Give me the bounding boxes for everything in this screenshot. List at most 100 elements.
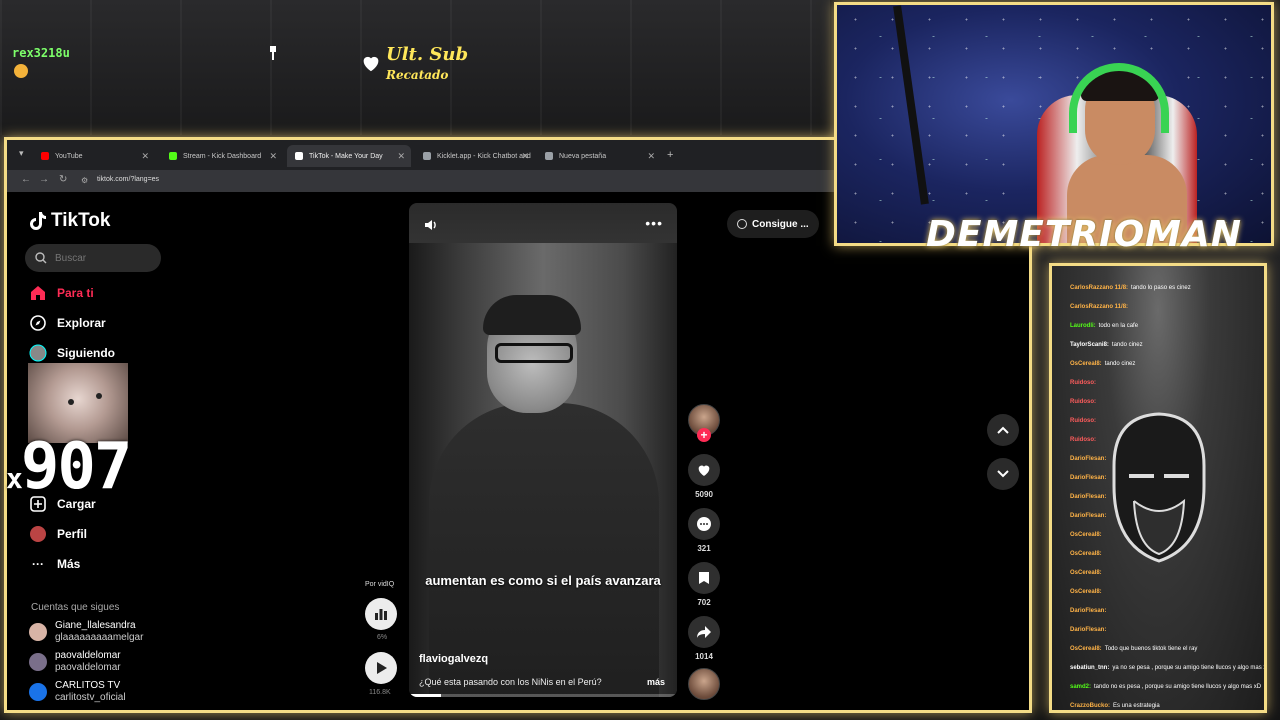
chat-message: Ruidoso: [1070,398,1099,406]
account-item[interactable]: paovaldelomar paovaldelomar [29,650,121,674]
search-icon [35,252,47,264]
close-icon[interactable]: ✕ [269,151,277,162]
chat-username[interactable]: OsCereal8: [1070,532,1102,538]
chat-username[interactable]: OsCereal8: [1070,589,1102,595]
globe-icon [545,152,553,160]
save-button[interactable]: 702 [687,562,721,607]
webcam-frame [834,2,1274,246]
chat-message: DarioFlesan: [1070,493,1109,501]
search-input[interactable] [55,252,155,264]
site-info-icon[interactable]: ⚙ [81,176,88,185]
vidiq-stats-button[interactable] [365,598,397,630]
chat-username[interactable]: OsCereal8: [1070,551,1102,557]
following-accounts-heading: Cuentas que sigues [31,602,120,613]
chat-text: tando cinez [1104,361,1136,367]
chat-username[interactable]: CarlosRazzano 11/8: [1070,285,1128,291]
nav-label: Siguiendo [57,346,115,360]
chat-username[interactable]: TaylorScani8: [1070,342,1109,348]
like-button[interactable]: 5090 [687,454,721,499]
account-item[interactable]: CARLITOS TV carlitostv_oficial [29,680,126,704]
creator-profile-button[interactable]: + [687,404,721,442]
volume-icon[interactable] [423,217,439,233]
description-more-link[interactable]: más [647,677,665,687]
beard-avatar-logo [1112,412,1206,563]
chat-message: sebatiun_tnn: ya no se pesa , porque su a… [1070,664,1267,672]
chat-username[interactable]: CarlosRazzano 11/8: [1070,304,1128,310]
pet-eye [68,399,74,405]
streamer-name: DEMETRIOMAN [926,214,1242,255]
chat-username[interactable]: DarioFlesan: [1070,608,1106,614]
chat-message: DarioFlesan: [1070,455,1109,463]
comment-icon [688,508,720,540]
close-icon[interactable]: ✕ [397,151,405,162]
chat-message: CrazzoBucko: Es una estrategia [1070,702,1160,710]
tab-search-icon[interactable]: ▾ [19,148,24,159]
next-video-button[interactable] [987,458,1019,490]
previous-video-button[interactable] [987,414,1019,446]
chat-username[interactable]: OsCereal8: [1070,361,1102,367]
follow-plus-icon[interactable]: + [697,428,711,442]
vidiq-views: 116.8K [369,689,391,696]
close-icon[interactable]: ✕ [141,151,149,162]
chat-username[interactable]: Laurodli: [1070,323,1096,329]
tab-label: Stream - Kick Dashboard [183,152,262,160]
forward-icon[interactable]: → [39,174,49,185]
stream-overlay: rex3218u Ult. Sub Recatado ▾ YouTube ✕ S… [0,0,1280,720]
chat-username[interactable]: OsCereal8: [1070,570,1102,576]
tiktok-page: TikTok Para ti Explorar Siguiendo Cargar [7,192,1029,710]
sound-disc-button[interactable] [687,668,721,700]
nav-profile[interactable]: Perfil [29,525,87,543]
vidiq-play-button[interactable] [365,652,397,684]
account-item[interactable]: Giane_llalesandra glaaaaaaaaamelgar [29,620,143,644]
chat-username[interactable]: Ruidoso: [1070,418,1096,424]
kick-icon [169,152,177,160]
nav-more[interactable]: ··· Más [29,555,80,573]
tiktok-icon [295,152,303,160]
nav-for-you[interactable]: Para ti [29,284,94,302]
video-author[interactable]: flaviogalvezq [419,653,488,665]
comment-button[interactable]: 321 [687,508,721,553]
tiktok-logo[interactable]: TikTok [29,210,110,232]
following-avatar-icon [29,344,47,362]
share-button[interactable]: 1014 [687,616,721,661]
tab-tiktok[interactable]: TikTok - Make Your Day ✕ [287,145,411,167]
new-tab-button[interactable]: + [667,149,673,161]
chat-text: ya no se pesa , porque su amigo tiene ll… [1112,665,1267,671]
youtube-icon [41,152,49,160]
tab-new-tab[interactable]: Nueva pestaña ✕ [537,145,661,167]
chat-text: Todo que buenos tiktok tiene el ray [1104,646,1198,652]
chat-panel: CarlosRazzano 11/8: tando lo paso es cine… [1049,263,1267,713]
chat-username[interactable]: sebatiun_tnn: [1070,665,1109,671]
search-box[interactable] [25,244,161,272]
chat-username[interactable]: Ruidoso: [1070,380,1096,386]
pet-eye [96,393,102,399]
tab-label: TikTok - Make Your Day [309,152,383,160]
chat-username[interactable]: DarioFlesan: [1070,513,1106,519]
nav-following[interactable]: Siguiendo [29,344,115,362]
chat-username[interactable]: Ruidoso: [1070,399,1096,405]
close-icon[interactable]: ✕ [521,151,529,162]
chat-message: samd2: tando no es pesa , porque su amigo… [1070,683,1261,691]
chat-username[interactable]: OsCereal8: [1070,646,1102,652]
account-username: carlitostv_oficial [55,692,126,703]
tab-youtube[interactable]: YouTube ✕ [33,145,155,167]
chat-username[interactable]: DarioFlesan: [1070,456,1106,462]
close-icon[interactable]: ✕ [647,151,655,162]
chat-username[interactable]: Ruidoso: [1070,437,1096,443]
tab-kicklet[interactable]: Kicklet.app - Kick Chatbot and ✕ [415,145,535,167]
url-field[interactable]: tiktok.com/?lang=es [97,176,159,183]
tab-kick-dashboard[interactable]: Stream - Kick Dashboard ✕ [161,145,283,167]
reload-icon[interactable]: ↻ [59,174,67,185]
chat-username[interactable]: samd2: [1070,684,1091,690]
back-icon[interactable]: ← [21,174,31,185]
get-app-button[interactable]: Consigue ... [727,210,819,238]
video-player[interactable]: ••• aumentan es como si el país avanzara… [409,203,677,697]
logo-text: TikTok [51,210,111,231]
video-progress-bar[interactable] [409,694,677,697]
chat-username[interactable]: DarioFlesan: [1070,494,1106,500]
chat-username[interactable]: DarioFlesan: [1070,627,1106,633]
more-options-icon[interactable]: ••• [645,215,663,231]
nav-explore[interactable]: Explorar [29,314,106,332]
chat-username[interactable]: DarioFlesan: [1070,475,1106,481]
chat-username[interactable]: CrazzoBucko: [1070,703,1110,709]
